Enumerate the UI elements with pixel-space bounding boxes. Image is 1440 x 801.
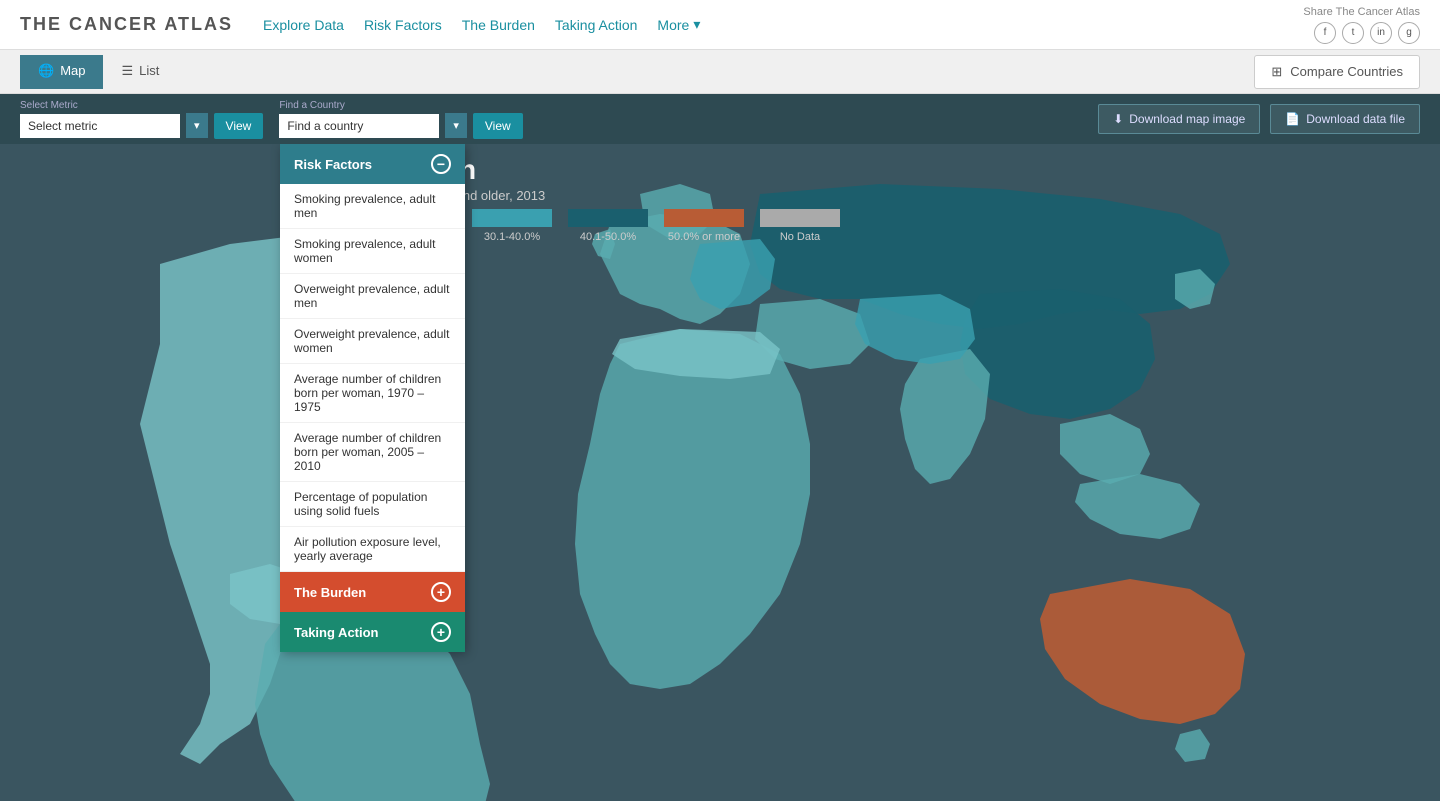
country-control: Find a Country Find a country ▾ View xyxy=(279,100,522,139)
list-icon: ☰ xyxy=(121,63,133,79)
risk-factors-label: Risk Factors xyxy=(294,157,372,172)
menu-item-overweight-men[interactable]: Overweight prevalence, adult men xyxy=(280,274,465,319)
action-label: Taking Action xyxy=(294,625,379,640)
dropdown-menu: Risk Factors − Smoking prevalence, adult… xyxy=(280,144,465,652)
nav-taking-action[interactable]: Taking Action xyxy=(555,17,638,33)
social-icons: f t in g xyxy=(1314,22,1420,44)
legend-label-5: 50.0% or more xyxy=(668,231,740,243)
overweight-men-label: Overweight prevalence, adult men xyxy=(294,282,449,310)
controls-bar: Select Metric Select metric ▾ View Find … xyxy=(0,94,1440,144)
download-map-btn[interactable]: ⬇ Download map image xyxy=(1098,104,1260,134)
more-label: More xyxy=(657,17,689,33)
download-map-label: Download map image xyxy=(1129,112,1245,126)
country-row: Find a country ▾ View xyxy=(279,113,522,139)
header: THE CANCER ATLAS Explore Data Risk Facto… xyxy=(0,0,1440,50)
smoking-women-label: Smoking prevalence, adult women xyxy=(294,237,435,265)
country-view-btn[interactable]: View xyxy=(473,113,523,139)
overweight-women-label: Overweight prevalence, adult women xyxy=(294,327,449,355)
legend-label-3: 30.1-40.0% xyxy=(484,231,540,243)
toolbar: 🌐 Map ☰ List ⊞ Compare Countries xyxy=(0,50,1440,94)
nav-more[interactable]: More ▾ xyxy=(657,16,700,33)
country-dropdown-btn[interactable]: ▾ xyxy=(445,113,467,138)
main-nav: Explore Data Risk Factors The Burden Tak… xyxy=(263,16,700,33)
metric-control: Select Metric Select metric ▾ View xyxy=(20,100,263,139)
menu-item-children-1970[interactable]: Average number of children born per woma… xyxy=(280,364,465,423)
legend-color-3 xyxy=(472,209,552,227)
legend-item-3: 30.1-40.0% xyxy=(472,209,552,243)
metric-select[interactable]: Select metric xyxy=(20,114,180,138)
menu-item-smoking-men[interactable]: Smoking prevalence, adult men xyxy=(280,184,465,229)
air-pollution-label: Air pollution exposure level, yearly ave… xyxy=(294,535,441,563)
legend-item-6: No Data xyxy=(760,209,840,243)
menu-section-action[interactable]: Taking Action + xyxy=(280,612,465,652)
menu-item-overweight-women[interactable]: Overweight prevalence, adult women xyxy=(280,319,465,364)
action-expand-icon: + xyxy=(431,622,451,642)
menu-section-burden[interactable]: The Burden + xyxy=(280,572,465,612)
menu-item-air-pollution[interactable]: Air pollution exposure level, yearly ave… xyxy=(280,527,465,572)
compare-label: Compare Countries xyxy=(1290,64,1403,79)
compare-icon: ⊞ xyxy=(1271,64,1282,80)
country-label: Find a Country xyxy=(279,100,522,111)
nav-risk-factors[interactable]: Risk Factors xyxy=(364,17,442,33)
nav-the-burden[interactable]: The Burden xyxy=(462,17,535,33)
burden-expand-icon: + xyxy=(431,582,451,602)
metric-row: Select metric ▾ View xyxy=(20,113,263,139)
download-area: ⬇ Download map image 📄 Download data fil… xyxy=(1098,104,1420,134)
site-logo: THE CANCER ATLAS xyxy=(20,14,233,35)
smoking-men-label: Smoking prevalence, adult men xyxy=(294,192,435,220)
compare-countries-button[interactable]: ⊞ Compare Countries xyxy=(1254,55,1420,89)
download-data-label: Download data file xyxy=(1306,112,1405,126)
solid-fuels-label: Percentage of population using solid fue… xyxy=(294,490,427,518)
menu-section-risk[interactable]: Risk Factors − xyxy=(280,144,465,184)
tab-list[interactable]: ☰ List xyxy=(103,55,177,89)
menu-item-children-2005[interactable]: Average number of children born per woma… xyxy=(280,423,465,482)
legend-color-6 xyxy=(760,209,840,227)
tab-list-label: List xyxy=(139,63,159,78)
menu-item-smoking-women[interactable]: Smoking prevalence, adult women xyxy=(280,229,465,274)
share-label: Share The Cancer Atlas xyxy=(1303,6,1420,18)
metric-view-btn[interactable]: View xyxy=(214,113,264,139)
legend-label-4: 40.1-50.0% xyxy=(580,231,636,243)
legend-item-5: 50.0% or more xyxy=(664,209,744,243)
download-map-icon: ⬇ xyxy=(1113,112,1123,126)
header-right: Share The Cancer Atlas f t in g xyxy=(1303,6,1420,44)
linkedin-icon[interactable]: in xyxy=(1370,22,1392,44)
nav-explore-data[interactable]: Explore Data xyxy=(263,17,344,33)
children-2005-label: Average number of children born per woma… xyxy=(294,431,441,473)
legend-color-4 xyxy=(568,209,648,227)
download-data-btn[interactable]: 📄 Download data file xyxy=(1270,104,1420,134)
tab-map-label: Map xyxy=(60,63,85,78)
facebook-icon[interactable]: f xyxy=(1314,22,1336,44)
view-tabs: 🌐 Map ☰ List xyxy=(20,55,177,89)
burden-label: The Burden xyxy=(294,585,366,600)
legend-color-5 xyxy=(664,209,744,227)
children-1970-label: Average number of children born per woma… xyxy=(294,372,441,414)
menu-item-solid-fuels[interactable]: Percentage of population using solid fue… xyxy=(280,482,465,527)
risk-collapse-icon: − xyxy=(431,154,451,174)
tab-map[interactable]: 🌐 Map xyxy=(20,55,103,89)
metric-dropdown-btn[interactable]: ▾ xyxy=(186,113,208,138)
metric-label: Select Metric xyxy=(20,100,263,111)
legend-label-6: No Data xyxy=(780,231,820,243)
google-plus-icon[interactable]: g xyxy=(1398,22,1420,44)
twitter-icon[interactable]: t xyxy=(1342,22,1364,44)
legend-item-4: 40.1-50.0% xyxy=(568,209,648,243)
main-area: nce, adult men estimate among men aged 1… xyxy=(0,144,1440,801)
chevron-down-icon: ▾ xyxy=(693,16,700,33)
header-left: THE CANCER ATLAS Explore Data Risk Facto… xyxy=(20,14,700,35)
country-select[interactable]: Find a country xyxy=(279,114,439,138)
download-data-icon: 📄 xyxy=(1285,112,1300,126)
map-icon: 🌐 xyxy=(38,63,54,79)
